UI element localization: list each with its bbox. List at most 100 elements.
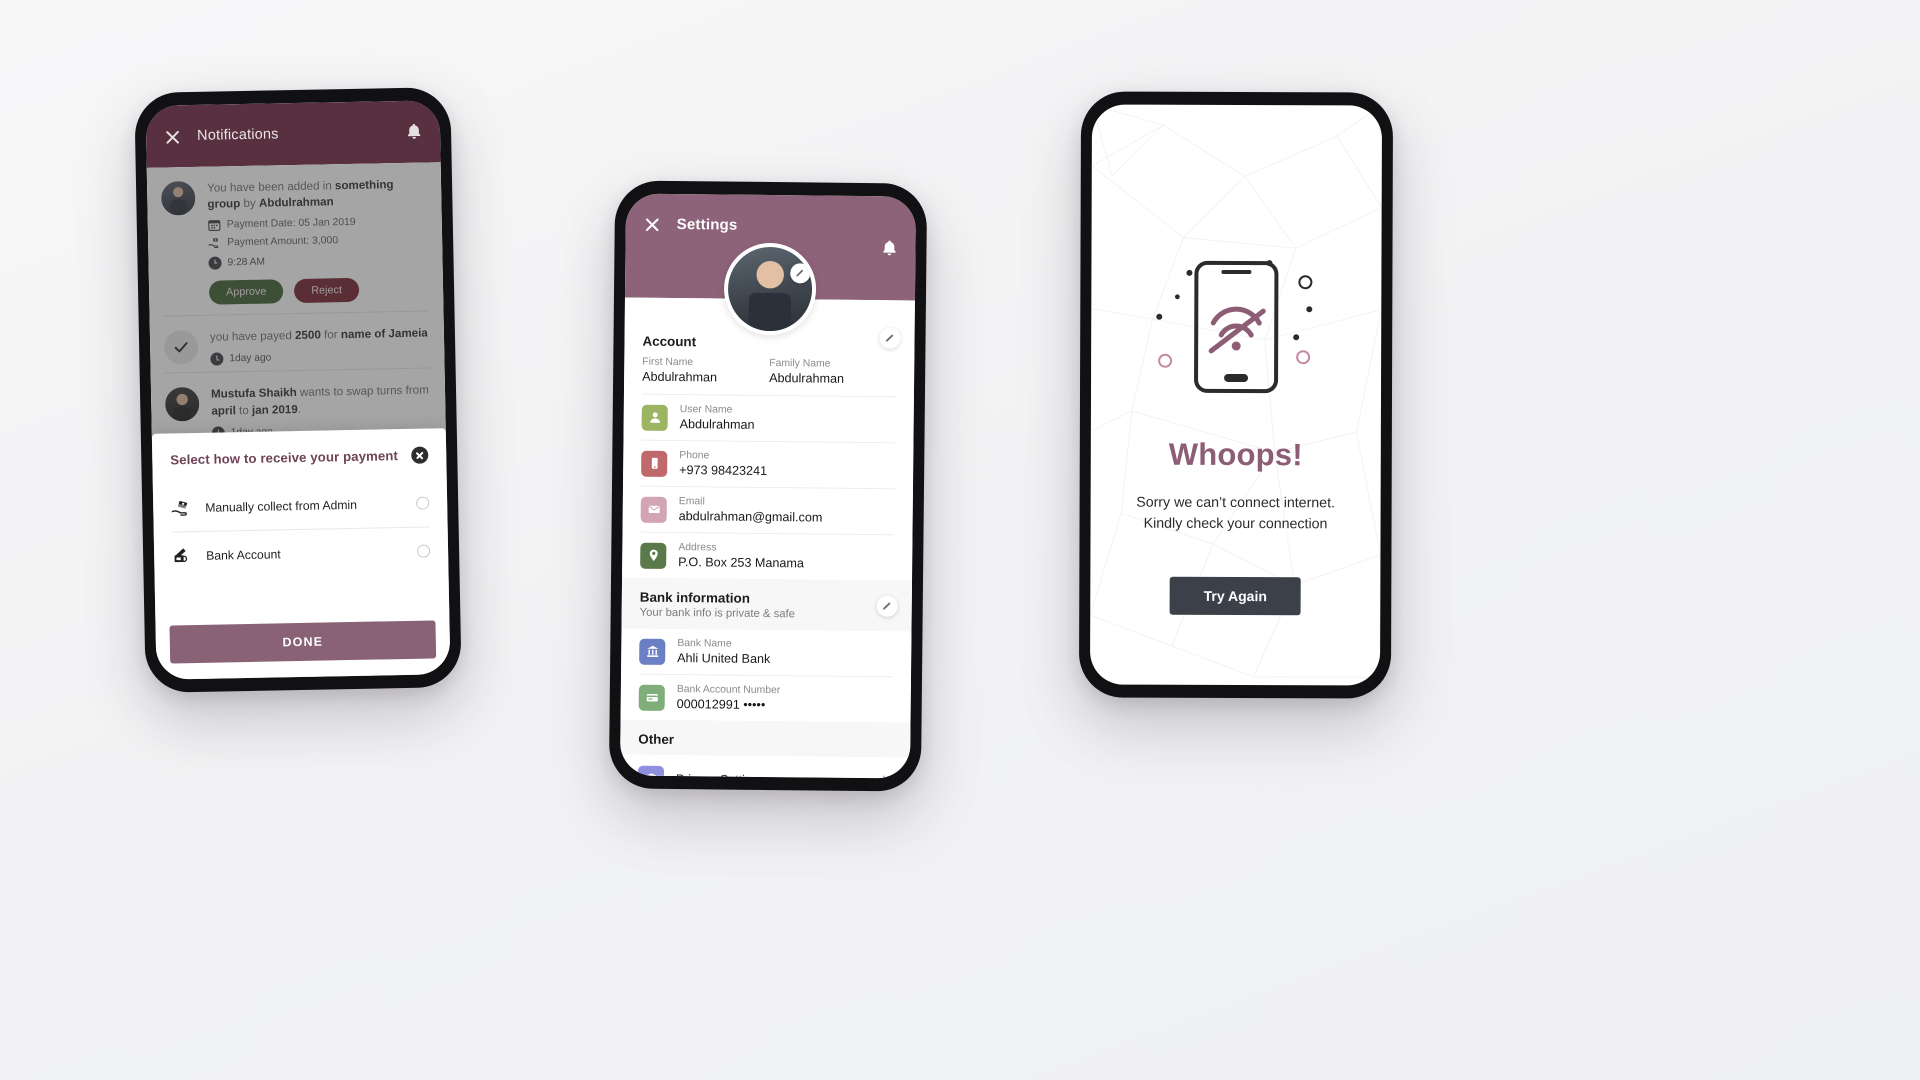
card-swipe-icon <box>172 546 193 565</box>
notification-text: You have been added in something group b… <box>206 178 394 212</box>
close-circle-icon[interactable] <box>411 446 429 464</box>
section-title: Other <box>638 731 675 748</box>
approve-button[interactable]: Approve <box>208 279 284 305</box>
option-radio[interactable] <box>416 544 431 558</box>
field-label: First Name <box>642 356 694 369</box>
bell-icon[interactable] <box>881 239 897 257</box>
account-row-phone[interactable]: Phone +973 98423241 <box>623 440 913 488</box>
done-button[interactable]: DONE <box>169 620 437 664</box>
bank-row-name[interactable]: Bank Name Ahli United Bank <box>621 628 911 676</box>
try-again-button[interactable]: Try Again <box>1169 576 1302 616</box>
phone-settings: Settings Account First Name Abdulrahman … <box>608 180 928 792</box>
settings-screen: Settings Account First Name Abdulrahman … <box>619 193 917 779</box>
option-radio[interactable] <box>416 496 430 510</box>
privacy-setting-label: Privacy Setting <box>676 772 867 778</box>
section-subtitle: Your bank info is private & safe <box>639 606 796 621</box>
pin-icon <box>640 542 667 569</box>
account-row-email[interactable]: Email abdulrahman@gmail.com <box>623 486 913 534</box>
profile-avatar[interactable] <box>723 242 817 336</box>
pencil-icon[interactable] <box>790 263 811 284</box>
notifications-screen: Notifications You have been added in som… <box>145 100 451 680</box>
other-section-header: Other <box>620 719 911 758</box>
account-row-username[interactable]: User Name Abdulrahman <box>623 394 913 442</box>
notification-meta-payment-date: Payment Date: 05 Jan 2019 <box>208 214 428 231</box>
account-icon <box>638 684 665 711</box>
avatar-user-2 <box>164 387 200 422</box>
close-icon[interactable] <box>644 216 661 233</box>
chevron-right-icon[interactable] <box>877 774 890 779</box>
notification-meta-payment-amount: Payment Amount: 3,000 <box>208 232 428 249</box>
option-label: Manually collect from Admin <box>205 497 358 515</box>
shield-icon <box>637 765 665 779</box>
settings-title: Settings <box>676 216 738 234</box>
payment-amount-label: Payment Amount: 3,000 <box>227 235 339 249</box>
bank-icon <box>639 638 666 665</box>
notification-time: 1day ago <box>210 349 430 367</box>
close-icon[interactable] <box>164 128 181 145</box>
check-icon <box>163 329 199 365</box>
pencil-icon[interactable] <box>876 595 898 617</box>
notification-item[interactable]: you have payed 2500 for name of Jameia 1… <box>150 311 445 373</box>
no-wifi-phone-icon <box>1141 245 1332 436</box>
family-name-field[interactable]: Family Name Abdulrahman <box>769 358 896 386</box>
payment-method-sheet: Select how to receive your payment Manua… <box>151 428 451 680</box>
field-value: Ahli United Bank <box>677 651 771 667</box>
avatar-user-1 <box>160 180 196 216</box>
field-label: Bank Name <box>677 638 732 650</box>
payment-date-label: Payment Date: 05 Jan 2019 <box>226 216 356 231</box>
hand-money-icon <box>208 236 221 249</box>
section-title: Bank information <box>639 589 751 606</box>
name-fields: First Name Abdulrahman Family Name Abdul… <box>624 352 914 396</box>
offline-message-line2: Kindly check your connection <box>1143 515 1328 533</box>
settings-body: Account First Name Abdulrahman Family Na… <box>619 297 915 779</box>
time-label: 1day ago <box>229 352 272 365</box>
phone-icon <box>641 450 668 477</box>
field-label: Phone <box>679 450 710 462</box>
first-name-field[interactable]: First Name Abdulrahman <box>642 357 769 385</box>
notification-text: Mustufa Shaikh wants to swap turns from … <box>210 383 429 418</box>
option-bank-account[interactable]: Bank Account <box>154 527 449 580</box>
offline-message: Sorry we can’t connect internet. Kindly … <box>1091 492 1381 536</box>
field-value: Abdulrahman <box>679 417 755 432</box>
field-value: Abdulrahman <box>769 371 845 386</box>
phone-offline: Whoops! Sorry we can’t connect internet.… <box>1078 91 1394 699</box>
field-label: Email <box>678 496 705 508</box>
person-icon <box>641 404 668 431</box>
field-value: P.O. Box 253 Manama <box>678 555 805 571</box>
offline-message-line1: Sorry we can’t connect internet. <box>1136 494 1336 512</box>
field-value: abdulrahman@gmail.com <box>678 509 823 525</box>
bell-icon[interactable] <box>406 123 422 141</box>
field-value: 000012991 ••••• <box>676 697 766 712</box>
notification-time: 9:28 AM <box>208 252 428 270</box>
hand-cash-icon <box>171 498 192 517</box>
field-label: Family Name <box>769 358 831 370</box>
time-label: 9:28 AM <box>227 256 266 269</box>
clock-icon <box>210 352 224 367</box>
field-label: User Name <box>679 404 733 416</box>
notification-actions: Approve Reject <box>208 276 429 305</box>
privacy-setting-row[interactable]: Privacy Setting <box>620 754 910 779</box>
offline-screen: Whoops! Sorry we can’t connect internet.… <box>1089 104 1383 686</box>
field-label: Address <box>678 542 717 554</box>
envelope-icon <box>640 496 667 523</box>
field-label: Bank Account Number <box>676 684 781 697</box>
field-value: +973 98423241 <box>679 463 768 478</box>
clock-icon <box>208 256 222 270</box>
option-manual-collect[interactable]: Manually collect from Admin <box>153 479 448 532</box>
bank-row-account-number[interactable]: Bank Account Number 000012991 ••••• <box>621 674 911 722</box>
reject-button[interactable]: Reject <box>294 277 360 303</box>
page-title: Whoops! <box>1168 436 1303 473</box>
calendar-icon <box>208 218 221 231</box>
notification-item[interactable]: You have been added in something group b… <box>147 162 444 316</box>
section-title: Account <box>642 333 697 350</box>
field-value: Abdulrahman <box>642 369 718 385</box>
notifications-title: Notifications <box>196 126 279 144</box>
option-label: Bank Account <box>206 546 281 563</box>
mockup-stage: Notifications You have been added in som… <box>0 0 1920 1080</box>
bank-section-header: Bank information Your bank info is priva… <box>621 577 913 632</box>
notifications-header: Notifications <box>145 100 441 168</box>
phone-notifications: Notifications You have been added in som… <box>134 87 462 693</box>
notification-text: you have payed 2500 for name of Jameia <box>209 326 428 344</box>
account-row-address[interactable]: Address P.O. Box 253 Manama <box>622 532 912 580</box>
pencil-icon[interactable] <box>879 327 901 349</box>
